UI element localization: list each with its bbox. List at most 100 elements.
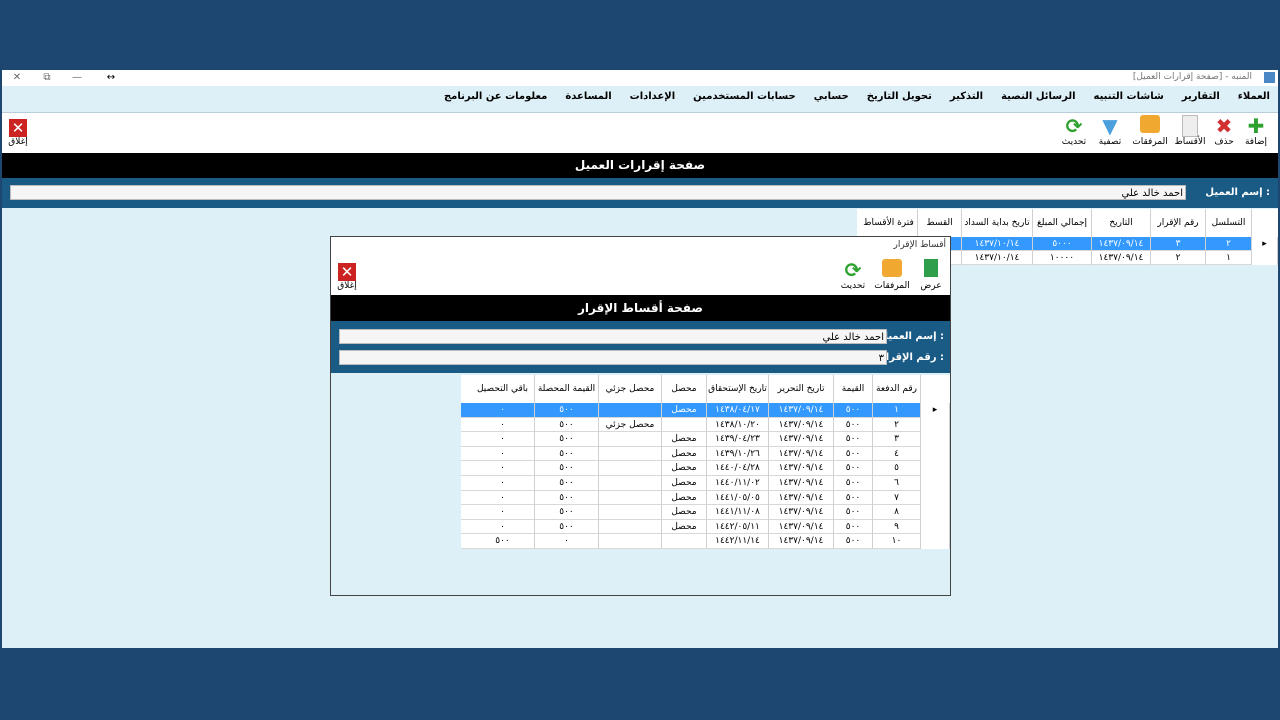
table-row[interactable]: ٧ ٥٠٠ ١٤٣٧/٠٩/١٤ ١٤٤١/٠٥/٠٥ محصل ٥٠٠ ٠ <box>461 490 950 506</box>
column-header[interactable]: إجمالي المبلغ <box>1033 209 1092 237</box>
table-cell[interactable]: ١٤٣٩/١٠/٢٦ <box>707 446 769 462</box>
menu-item[interactable]: العملاء <box>1238 91 1270 102</box>
table-cell[interactable]: ٣ <box>1151 237 1206 251</box>
table-cell[interactable]: ٠ <box>471 432 535 447</box>
filter-button[interactable]: ▼ تصفية <box>1094 115 1126 147</box>
minimize-window-button[interactable]: — <box>62 70 92 86</box>
table-cell[interactable]: ١٤٣٧/٠٩/١٤ <box>769 534 834 549</box>
table-cell[interactable]: ١٤٣٧/٠٩/١٤ <box>769 461 834 476</box>
column-header[interactable]: القيمة المحصلة <box>535 375 599 403</box>
table-cell[interactable]: ٢ <box>1206 237 1252 251</box>
table-cell[interactable]: ٥٠٠ <box>834 505 873 520</box>
table-cell[interactable]: ١٤٣٧/٠٩/١٤ <box>769 519 834 535</box>
table-cell[interactable]: ١٤٤٠/١١/٠٢ <box>707 476 769 491</box>
row-selector[interactable] <box>921 490 950 506</box>
menu-item[interactable]: معلومات عن البرنامج <box>444 91 547 102</box>
add-button[interactable]: ✚ إضافة <box>1240 115 1272 147</box>
row-selector[interactable] <box>921 432 950 447</box>
table-cell[interactable] <box>662 417 707 433</box>
column-header[interactable]: التسلسل <box>1206 209 1252 237</box>
table-cell[interactable]: ٥٠٠ <box>834 476 873 491</box>
attachments-button[interactable]: المرفقات <box>1132 115 1168 147</box>
table-cell[interactable]: ٥٠٠ <box>834 461 873 476</box>
restore-window-button[interactable]: ⧉ <box>32 70 62 86</box>
table-cell[interactable]: ١٤٣٧/٠٩/١٤ <box>1092 251 1151 265</box>
table-cell[interactable]: ٥٠٠ <box>535 446 599 462</box>
row-selector-arrow-icon[interactable]: ▸ <box>921 403 950 418</box>
table-row[interactable]: ٥ ٥٠٠ ١٤٣٧/٠٩/١٤ ١٤٤٠/٠٤/٢٨ محصل ٥٠٠ ٠ <box>461 461 950 476</box>
row-selector[interactable] <box>921 519 950 535</box>
table-cell[interactable]: ١٤٣٧/١٠/١٤ <box>962 237 1033 251</box>
table-cell[interactable] <box>599 505 662 520</box>
row-selector[interactable] <box>921 476 950 491</box>
table-cell[interactable]: ٥٠٠ <box>535 417 599 433</box>
table-cell[interactable] <box>599 432 662 447</box>
table-cell[interactable]: ٥٠٠ <box>834 519 873 535</box>
installments-button[interactable]: الأقساط <box>1174 115 1206 147</box>
table-cell[interactable]: ٥٠٠ <box>834 432 873 447</box>
table-cell[interactable]: ١٤٤٠/٠٤/٢٨ <box>707 461 769 476</box>
menu-item[interactable]: حسابي <box>814 91 849 102</box>
menu-item[interactable]: حسابات المستخدمين <box>693 91 796 102</box>
row-selector[interactable] <box>921 505 950 520</box>
table-cell[interactable]: محصل <box>662 476 707 491</box>
table-cell[interactable]: ٠ <box>535 534 599 549</box>
table-cell[interactable]: ١٤٤٢/١١/١٤ <box>707 534 769 549</box>
table-cell[interactable]: محصل <box>662 403 707 418</box>
table-cell[interactable] <box>599 519 662 535</box>
table-cell[interactable]: ٠ <box>471 461 535 476</box>
table-cell[interactable]: ٩ <box>873 519 921 535</box>
column-header[interactable]: تاريخ الإستحقاق <box>707 375 769 403</box>
table-cell[interactable]: ١٤٣٧/٠٩/١٤ <box>769 505 834 520</box>
table-cell[interactable]: ٠ <box>471 476 535 491</box>
table-cell[interactable] <box>599 403 662 418</box>
table-cell[interactable]: محصل <box>662 505 707 520</box>
menu-item[interactable]: تحويل التاريخ <box>867 91 932 102</box>
table-cell[interactable]: ١٤٣٧/٠٩/١٤ <box>769 403 834 418</box>
table-cell[interactable]: ١٤٣٧/٠٩/١٤ <box>769 417 834 433</box>
dialog-ack-input[interactable]: ٣ <box>339 350 887 365</box>
table-cell[interactable]: محصل <box>662 519 707 535</box>
table-cell[interactable]: محصل <box>662 432 707 447</box>
table-cell[interactable]: ١٤٤١/٠٥/٠٥ <box>707 490 769 506</box>
table-cell[interactable]: ٥٠٠ <box>535 505 599 520</box>
table-cell[interactable]: ٥ <box>873 461 921 476</box>
table-row[interactable]: ١٠ ٥٠٠ ١٤٣٧/٠٩/١٤ ١٤٤٢/١١/١٤ ٠ ٥٠٠ <box>461 534 950 549</box>
row-selector[interactable] <box>1252 251 1278 265</box>
refresh-button[interactable]: ⟳ تحديث <box>1058 115 1090 147</box>
menu-item[interactable]: الرسائل النصية <box>1001 91 1075 102</box>
table-cell[interactable]: ٥٠٠ <box>535 490 599 506</box>
table-cell[interactable]: محصل جزئي <box>599 417 662 433</box>
column-header[interactable]: محصل <box>662 375 707 403</box>
close-window-button[interactable]: ✕ <box>2 70 32 86</box>
table-cell[interactable]: ٥٠٠ <box>834 490 873 506</box>
table-cell[interactable]: ١٤٣٧/١٠/١٤ <box>962 251 1033 265</box>
row-selector[interactable] <box>921 417 950 433</box>
menu-item[interactable]: المساعدة <box>565 91 611 102</box>
table-cell[interactable]: ٠ <box>471 490 535 506</box>
table-cell[interactable]: ٨ <box>873 505 921 520</box>
table-cell[interactable]: ١٤٤١/١١/٠٨ <box>707 505 769 520</box>
menu-item[interactable]: شاشات التنبيه <box>1094 91 1164 102</box>
table-cell[interactable]: ٥٠٠ <box>834 417 873 433</box>
table-cell[interactable]: ١٤٣٩/٠٤/٢٣ <box>707 432 769 447</box>
table-cell[interactable]: ١ <box>1206 251 1252 265</box>
table-cell[interactable]: ١٠ <box>873 534 921 549</box>
table-cell[interactable]: ٠ <box>471 446 535 462</box>
column-header[interactable]: التاريخ <box>1092 209 1151 237</box>
table-cell[interactable]: ٥٠٠ <box>535 476 599 491</box>
table-cell[interactable]: ٤ <box>873 446 921 462</box>
column-header[interactable]: القيمة <box>834 375 873 403</box>
table-row[interactable]: ▸ ١ ٥٠٠ ١٤٣٧/٠٩/١٤ ١٤٣٨/٠٤/١٧ محصل ٥٠٠ ٠ <box>461 403 950 418</box>
column-header[interactable]: باقي التحصيل <box>471 375 535 403</box>
dialog-refresh-button[interactable]: ⟳ تحديث <box>837 259 869 291</box>
table-cell[interactable]: ٥٠٠ <box>535 519 599 535</box>
table-cell[interactable]: ٥٠٠ <box>834 446 873 462</box>
table-cell[interactable]: ٣ <box>873 432 921 447</box>
table-cell[interactable]: ١٤٣٧/٠٩/١٤ <box>1092 237 1151 251</box>
menu-item[interactable]: الإعدادات <box>630 91 676 102</box>
table-cell[interactable]: ١٠٠٠٠ <box>1033 251 1092 265</box>
table-cell[interactable]: ٥٠٠ <box>834 403 873 418</box>
table-cell[interactable]: ٥٠٠ <box>471 534 535 549</box>
table-cell[interactable]: ١٤٣٧/٠٩/١٤ <box>769 446 834 462</box>
